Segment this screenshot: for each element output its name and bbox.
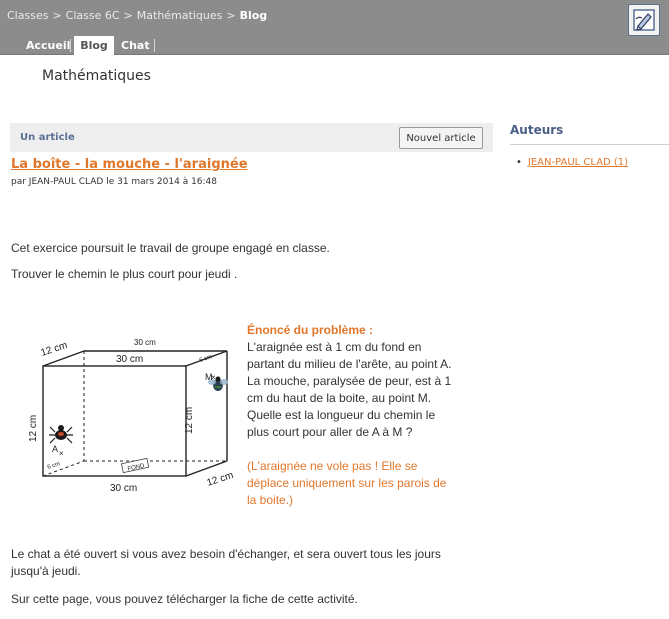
label-6cm-top: 6 cm — [199, 354, 213, 364]
breadcrumb-separator: > — [123, 9, 133, 22]
problem-note-line: (L'araignée ne vole pas ! Elle se — [247, 459, 418, 473]
tab-bar: Accueil Blog Chat — [0, 36, 669, 56]
label-top-12: 12 cm — [40, 340, 69, 359]
label-depth-12: 12 cm — [206, 470, 235, 489]
edit-tool-button[interactable] — [628, 4, 660, 36]
point-a-mark: × — [59, 449, 64, 458]
authors-divider — [510, 144, 669, 145]
breadcrumb-current: Blog — [239, 9, 268, 22]
label-right-12: 12 cm — [184, 407, 195, 434]
article-list-header: Un article Nouvel article — [10, 123, 493, 152]
top-bar: Classes > Classe 6C > Mathématiques > Blog — [0, 0, 669, 36]
point-a-label: A — [52, 444, 58, 454]
box-diagram: 30 cm 12 cm 30 cm 30 cm 12 cm 12 cm 12 c… — [26, 322, 244, 502]
breadcrumb-classes[interactable]: Classes — [7, 9, 48, 22]
bullet-icon: • — [516, 157, 522, 168]
author-link[interactable]: JEAN-PAUL CLAD (1) — [528, 157, 628, 168]
article-paragraph-3-line-2: jusqu'à jeudi. — [11, 564, 81, 578]
tab-divider — [154, 39, 155, 52]
article-meta: par JEAN-PAUL CLAD le 31 mars 2014 à 16:… — [11, 177, 218, 187]
breadcrumb-separator: > — [226, 9, 236, 22]
problem-line: cm du haut de la boite, au point M. — [247, 391, 432, 405]
article-paragraph-1: Cet exercice poursuit le travail de grou… — [11, 241, 330, 255]
problem-title: Énoncé du problème : — [247, 323, 374, 337]
point-m-mark: × — [211, 373, 216, 382]
label-bottom-30: 30 cm — [110, 483, 137, 494]
article-paragraph-4: Sur cette page, vous pouvez télécharger … — [11, 592, 358, 606]
problem-note-line: la boite.) — [247, 493, 294, 507]
problem-line: partant du milieu de l'arête, au point A… — [247, 357, 452, 371]
problem-line: Quelle est la longueur du chemin le — [247, 408, 436, 422]
breadcrumb: Classes > Classe 6C > Mathématiques > Blog — [7, 9, 267, 22]
breadcrumb-separator: > — [52, 9, 62, 22]
problem-line: plus court pour aller de A à M ? — [247, 425, 413, 439]
breadcrumb-mathematiques[interactable]: Mathématiques — [137, 9, 223, 22]
author-list-item: • JEAN-PAUL CLAD (1) — [516, 157, 628, 168]
tab-chat[interactable]: Chat — [121, 36, 150, 55]
problem-note-line: déplace uniquement sur les parois de — [247, 476, 447, 490]
tab-blog[interactable]: Blog — [74, 36, 114, 56]
problem-line: La mouche, paralysée de peur, est à 1 — [247, 374, 452, 388]
label-left-12: 12 cm — [28, 415, 39, 442]
problem-line: L'araignée est à 1 cm du fond en — [247, 340, 422, 354]
tab-divider — [70, 39, 71, 52]
label-top-30: 30 cm — [134, 338, 156, 347]
article-paragraph-3-line-1: Le chat a été ouvert si vous avez besoin… — [11, 547, 441, 561]
article-paragraph-2: Trouver le chemin le plus court pour jeu… — [11, 267, 238, 281]
breadcrumb-classe-6c[interactable]: Classe 6C — [66, 9, 120, 22]
problem-statement: Énoncé du problème : L'araignée est à 1 … — [247, 322, 462, 509]
tab-accueil[interactable]: Accueil — [26, 36, 70, 55]
new-article-button[interactable]: Nouvel article — [399, 127, 483, 149]
authors-title: Auteurs — [510, 123, 564, 137]
pen-edit-icon — [633, 9, 655, 31]
article-title[interactable]: La boîte - la mouche - l'araignée — [11, 157, 248, 172]
page-title: Mathématiques — [42, 68, 151, 84]
label-front-30: 30 cm — [116, 354, 143, 365]
article-count-label: Un article — [20, 132, 75, 143]
